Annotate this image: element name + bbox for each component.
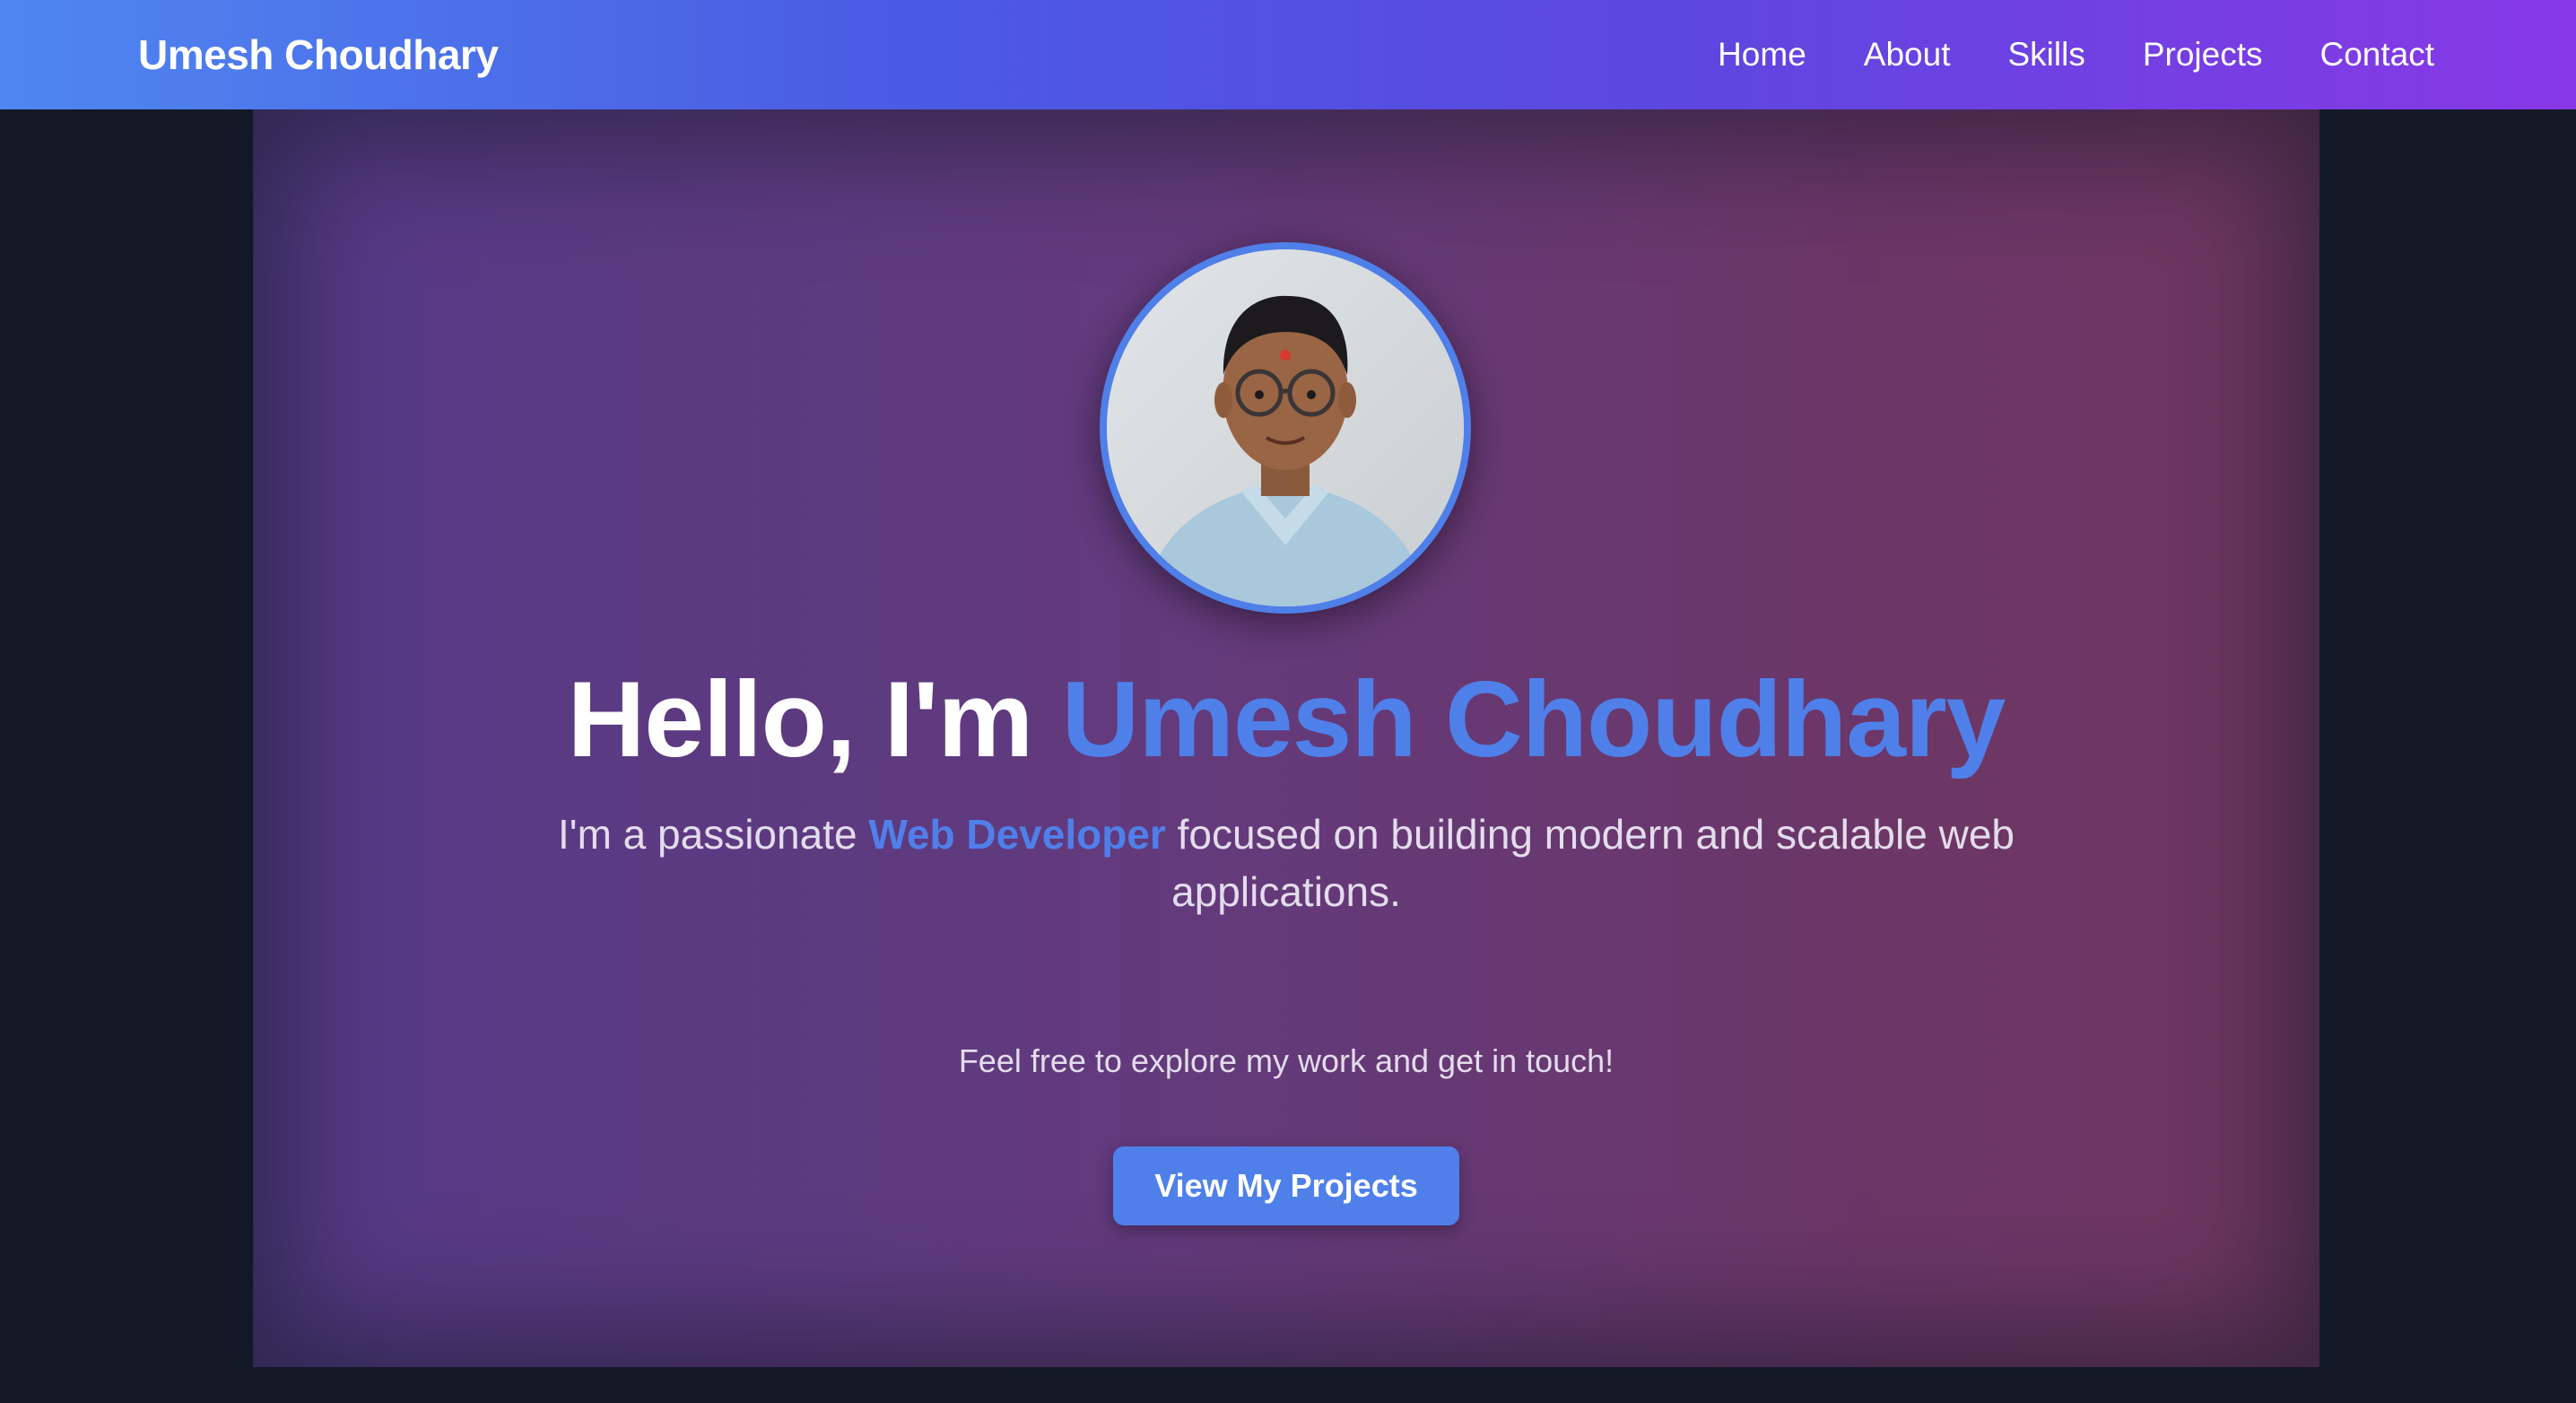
hero-headline: Hello, I'm Umesh Choudhary [253, 666, 2319, 773]
greeting-text: Hello, I'm [567, 659, 1062, 780]
tagline-role: Web Developer [868, 811, 1166, 858]
hero-name: Umesh Choudhary [1061, 659, 2006, 780]
hero-section: Hello, I'm Umesh Choudhary I'm a passion… [253, 109, 2319, 1367]
nav-link-contact[interactable]: Contact [2319, 36, 2434, 74]
hero-tagline: I'm a passionate Web Developer focused o… [549, 806, 2023, 920]
profile-photo-icon [1107, 249, 1464, 606]
avatar [1100, 242, 1471, 614]
hero-invite-text: Feel free to explore my work and get in … [958, 1042, 1614, 1079]
nav-link-home[interactable]: Home [1718, 36, 1806, 74]
nav-link-about[interactable]: About [1864, 36, 1951, 74]
brand-logo-text[interactable]: Umesh Choudhary [138, 30, 499, 79]
nav-link-projects[interactable]: Projects [2143, 36, 2263, 74]
top-navbar: Umesh Choudhary Home About Skills Projec… [0, 0, 2576, 109]
tagline-prefix: I'm a passionate [558, 811, 869, 858]
nav-links: Home About Skills Projects Contact [1718, 36, 2434, 74]
nav-link-skills[interactable]: Skills [2007, 36, 2084, 74]
tagline-suffix: focused on building modern and scalable … [1165, 811, 2015, 915]
view-projects-button[interactable]: View My Projects [1113, 1146, 1459, 1225]
